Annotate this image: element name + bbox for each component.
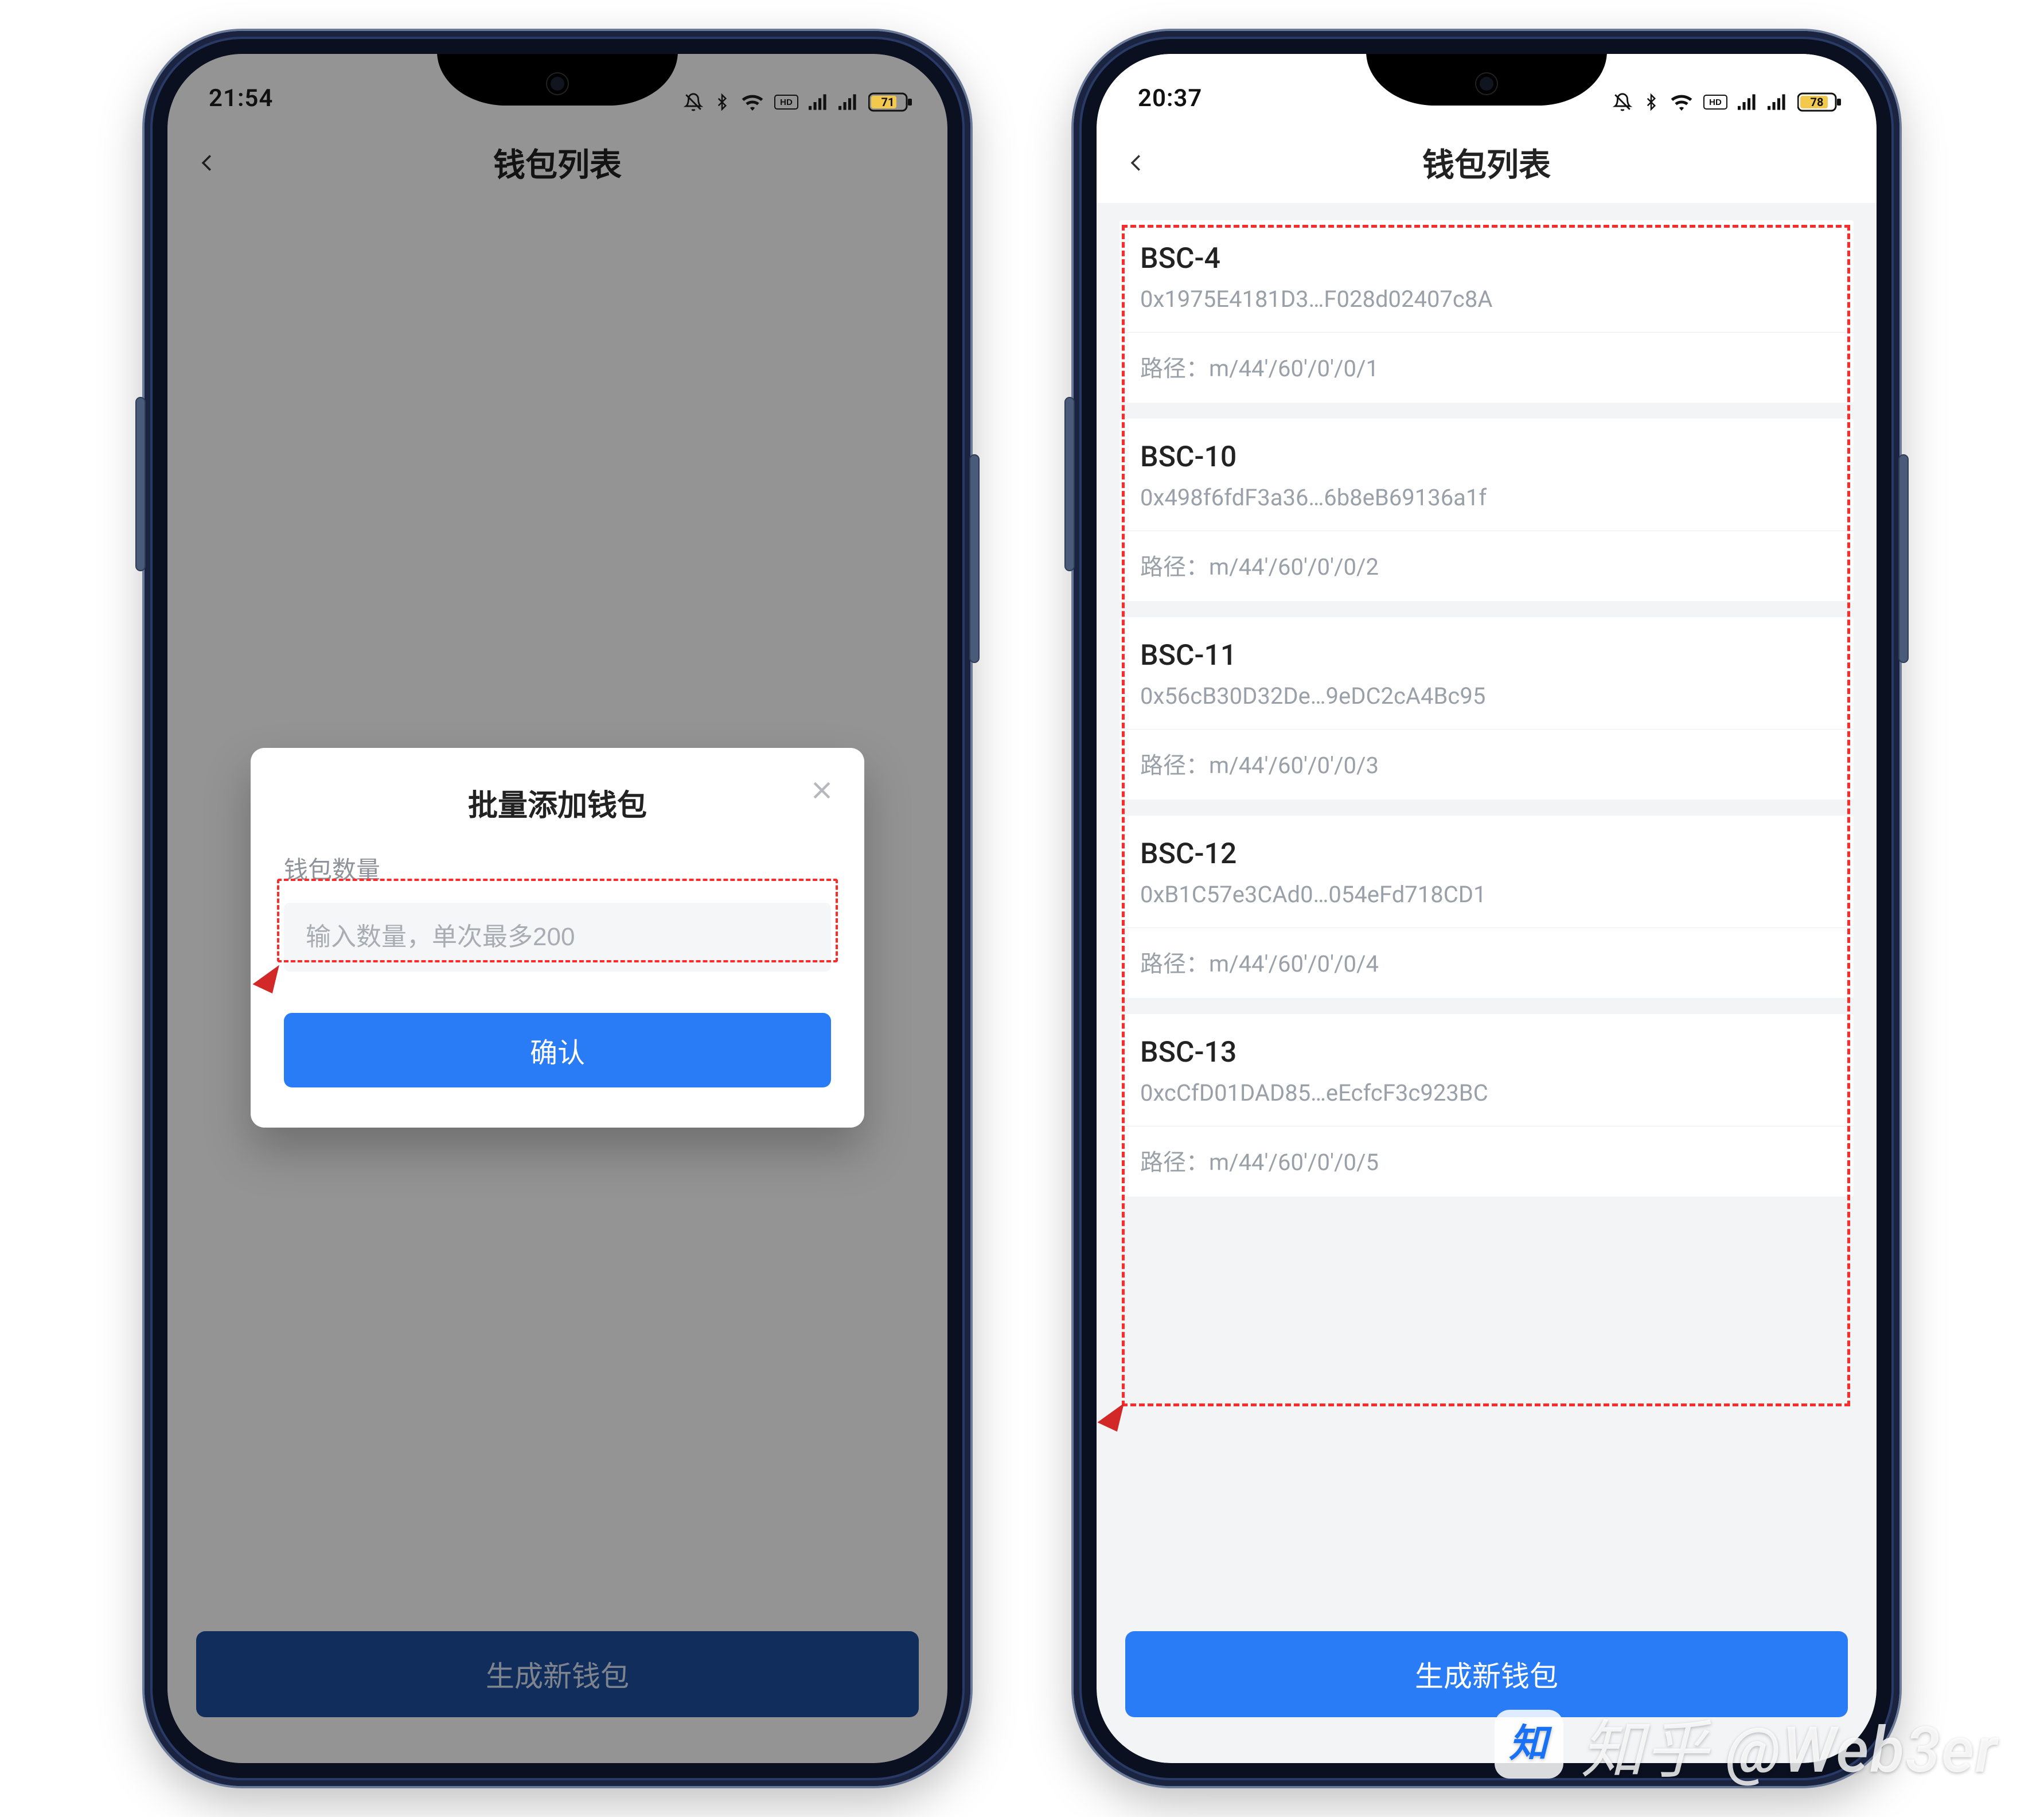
- svg-text:71: 71: [881, 95, 895, 109]
- bell-muted-icon: [684, 92, 703, 112]
- app-header: 钱包列表: [1097, 123, 1877, 203]
- notch: [1366, 54, 1607, 106]
- wallet-derivation-path: 路径：m/44'/60'/0'/0/1: [1119, 332, 1854, 403]
- bluetooth-icon: [713, 92, 731, 112]
- page-title: 钱包列表: [1422, 139, 1551, 186]
- wallet-address: 0x56cB30D32De…9eDC2cA4Bc95: [1140, 683, 1833, 709]
- dialog-title: 批量添加钱包: [284, 781, 831, 824]
- generate-new-wallet-button[interactable]: 生成新钱包: [1125, 1631, 1848, 1717]
- wallet-name: BSC-12: [1140, 837, 1833, 871]
- bluetooth-icon: [1643, 92, 1660, 112]
- wallet-address: 0xcCfD01DAD85…eEcfcF3c923BC: [1140, 1079, 1833, 1106]
- wallet-name: BSC-4: [1140, 242, 1833, 275]
- wallet-address: 0x1975E4181D3…F028d02407c8A: [1140, 286, 1833, 313]
- phone-left: 21:54 HD 4G: [145, 31, 970, 1786]
- page-title: 钱包列表: [493, 139, 622, 186]
- close-icon: [809, 778, 834, 803]
- signal-2-icon: [838, 94, 858, 110]
- confirm-button[interactable]: 确认: [284, 1013, 831, 1087]
- dialog-field-label: 钱包数量: [284, 851, 831, 886]
- wallet-list[interactable]: BSC-4 0x1975E4181D3…F028d02407c8A 路径：m/44'…: [1119, 220, 1854, 1608]
- status-time: 21:54: [209, 84, 273, 112]
- wallet-name: BSC-13: [1140, 1036, 1833, 1069]
- wallet-item[interactable]: BSC-4 0x1975E4181D3…F028d02407c8A 路径：m/44'…: [1119, 220, 1854, 403]
- wallet-address: 0xB1C57e3CAd0…054eFd718CD1: [1140, 881, 1833, 908]
- wallet-derivation-path: 路径：m/44'/60'/0'/0/5: [1119, 1126, 1854, 1196]
- app-header: 钱包列表: [167, 123, 947, 203]
- wallet-name: BSC-10: [1140, 440, 1833, 474]
- wifi-icon: [741, 93, 764, 111]
- phone-right: 20:37 HD: [1074, 31, 1899, 1786]
- wifi-icon: [1670, 93, 1693, 111]
- batch-add-wallet-dialog: 批量添加钱包 钱包数量 确认: [251, 748, 864, 1128]
- back-button[interactable]: [1119, 146, 1154, 180]
- screen-right: 20:37 HD: [1097, 54, 1877, 1763]
- hd-icon: HD: [1703, 95, 1727, 110]
- dialog-close-button[interactable]: [805, 773, 839, 808]
- wallet-count-input[interactable]: [284, 903, 831, 972]
- hd-icon: HD: [774, 95, 798, 110]
- svg-text:HD: HD: [780, 98, 793, 107]
- status-time: 20:37: [1138, 84, 1202, 112]
- wallet-item[interactable]: BSC-13 0xcCfD01DAD85…eEcfcF3c923BC 路径：m/44…: [1119, 1014, 1854, 1196]
- bell-muted-icon: [1613, 92, 1632, 112]
- screen-left: 21:54 HD 4G: [167, 54, 947, 1763]
- wallet-item[interactable]: BSC-10 0x498f6fdF3a36…6b8eB69136a1f 路径：m/4…: [1119, 419, 1854, 601]
- wallet-name: BSC-11: [1140, 639, 1833, 672]
- wallet-derivation-path: 路径：m/44'/60'/0'/0/3: [1119, 729, 1854, 800]
- chevron-left-icon: [197, 152, 219, 174]
- generate-new-wallet-button[interactable]: 生成新钱包: [196, 1631, 919, 1717]
- signal-1-icon: 4G: [809, 94, 828, 110]
- battery-icon: 71: [868, 92, 913, 112]
- back-button[interactable]: [190, 146, 225, 180]
- wallet-item[interactable]: BSC-12 0xB1C57e3CAd0…054eFd718CD1 路径：m/44'…: [1119, 816, 1854, 998]
- chevron-left-icon: [1126, 152, 1148, 174]
- notch: [437, 54, 678, 106]
- wallet-derivation-path: 路径：m/44'/60'/0'/0/2: [1119, 531, 1854, 601]
- svg-text:78: 78: [1811, 95, 1824, 109]
- signal-2-icon: [1768, 94, 1787, 110]
- battery-icon: 78: [1797, 92, 1842, 112]
- svg-text:HD: HD: [1709, 98, 1722, 107]
- wallet-derivation-path: 路径：m/44'/60'/0'/0/4: [1119, 927, 1854, 998]
- wallet-item[interactable]: BSC-11 0x56cB30D32De…9eDC2cA4Bc95 路径：m/44'…: [1119, 617, 1854, 800]
- wallet-address: 0x498f6fdF3a36…6b8eB69136a1f: [1140, 484, 1833, 511]
- signal-1-icon: [1738, 94, 1757, 110]
